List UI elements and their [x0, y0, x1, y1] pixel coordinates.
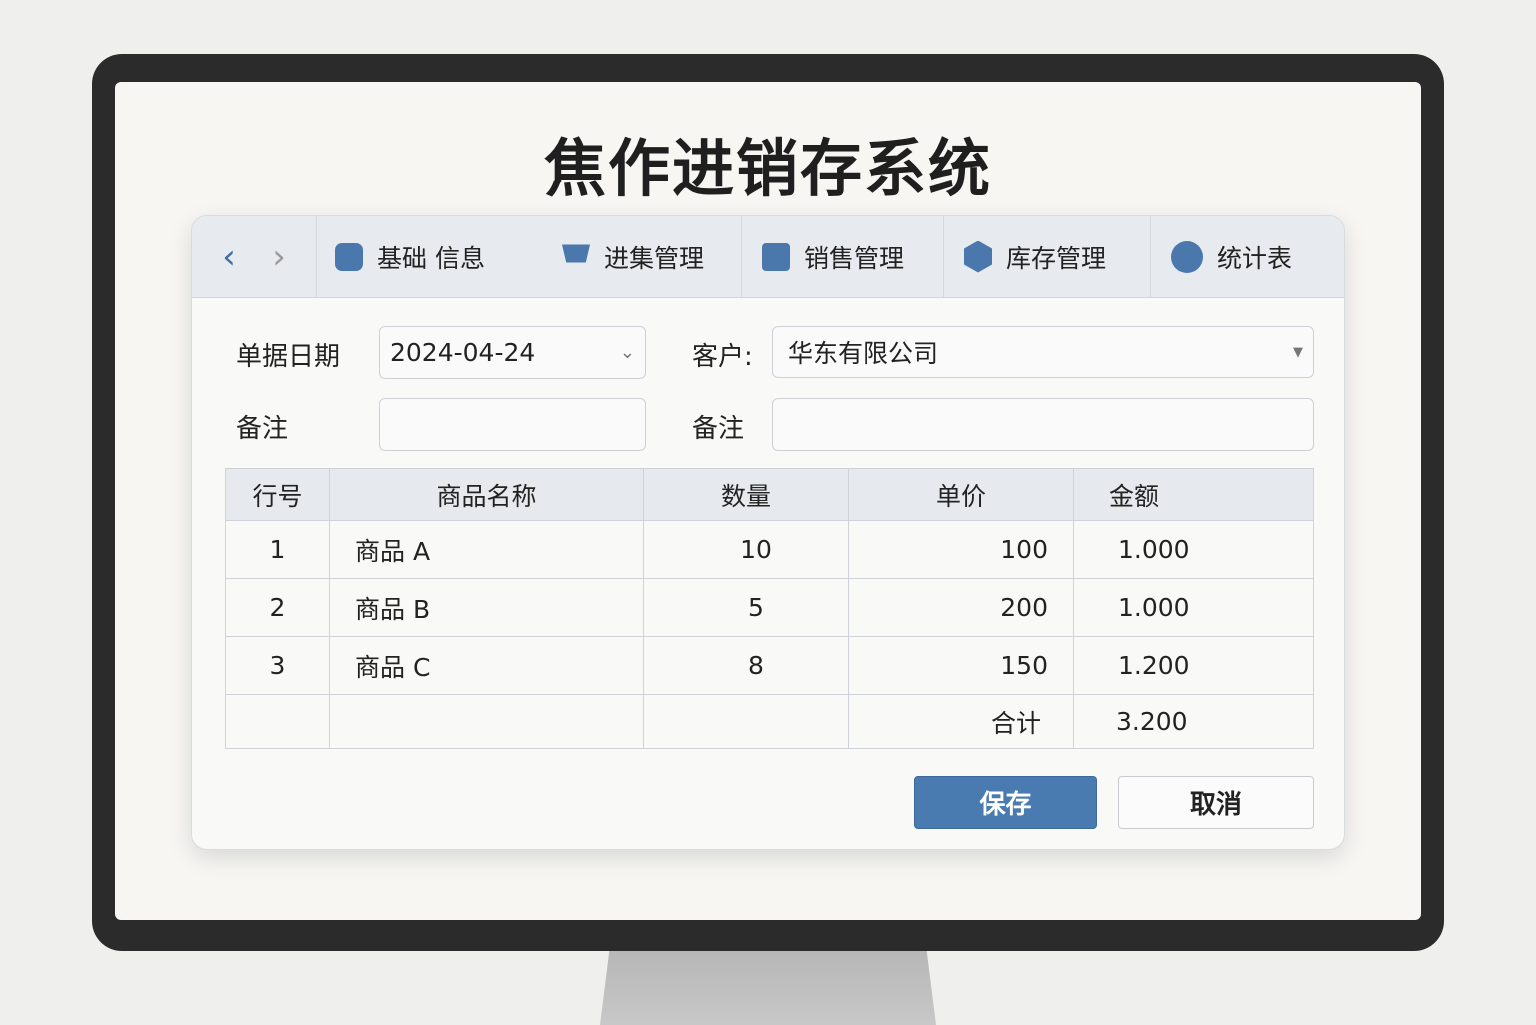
- customer-select[interactable]: 华东有限公司 ▼: [772, 326, 1314, 378]
- cell: 2: [225, 578, 330, 637]
- document-icon: [762, 242, 790, 271]
- tab-bar: ‹ › 基础 信息 进集管理 销售管理 库存管理 统计表: [192, 216, 1344, 298]
- date-value: 2024-04-24: [390, 338, 536, 367]
- save-button[interactable]: 保存: [914, 776, 1097, 829]
- date-picker[interactable]: 2024-04-24 ⌄: [379, 326, 646, 379]
- forward-arrow-icon[interactable]: ›: [272, 237, 286, 277]
- header-qty: 数量: [643, 468, 849, 521]
- nav-arrows: ‹ ›: [192, 216, 317, 297]
- tab-label: 基础 信息: [377, 243, 485, 273]
- table-row[interactable]: 1 商品 A 10 100 1.000: [225, 520, 1314, 579]
- note-input[interactable]: [379, 398, 646, 451]
- date-label: 单据日期: [236, 342, 341, 372]
- note-label: 备注: [236, 414, 289, 444]
- table-row[interactable]: 3 商品 C 8 150 1.200: [225, 636, 1314, 695]
- total-row: 合计 3.200: [225, 694, 1314, 749]
- box-icon: [964, 240, 992, 273]
- cell: 商品 A: [329, 520, 644, 579]
- tab-label: 库存管理: [1006, 243, 1107, 273]
- tab-purchase[interactable]: 进集管理: [542, 216, 742, 297]
- tab-label: 进集管理: [604, 243, 705, 273]
- cell: 1.200: [1073, 636, 1314, 695]
- total-value: 3.200: [1073, 694, 1314, 749]
- header-product: 商品名称: [329, 468, 644, 521]
- items-table: 行号 商品名称 数量 单价 金额 1 商品 A 10 100 1.000 2 商品 B52…: [225, 468, 1314, 749]
- tab-label: 销售管理: [804, 243, 905, 273]
- tab-statistics[interactable]: 统计表: [1151, 216, 1312, 297]
- tab-label: 统计表: [1217, 243, 1293, 273]
- cell: 1.000: [1073, 520, 1314, 579]
- table-header: 行号 商品名称 数量 单价 金额: [225, 468, 1314, 521]
- header-row-no: 行号: [225, 468, 330, 521]
- tab-base-info[interactable]: 基础 信息: [317, 216, 542, 297]
- cancel-button[interactable]: 取消: [1118, 776, 1314, 829]
- tab-inventory[interactable]: 库存管理: [944, 216, 1151, 297]
- cell: 3: [225, 636, 330, 695]
- note2-label: 备注: [692, 414, 745, 444]
- total-label: 合计: [848, 694, 1074, 749]
- note2-input[interactable]: [772, 398, 1314, 451]
- header-price: 单价: [848, 468, 1074, 521]
- caret-down-icon: ▼: [1293, 344, 1303, 360]
- cell: 5: [643, 578, 849, 637]
- page-title: 焦作进销存系统: [543, 132, 992, 205]
- cell: 10: [643, 520, 849, 579]
- cell: 8: [643, 636, 849, 695]
- back-arrow-icon[interactable]: ‹: [222, 237, 236, 277]
- table-row[interactable]: 2 商品 B 5 200 1.000: [225, 578, 1314, 637]
- pie-chart-icon: [1171, 240, 1203, 273]
- cart-icon: [562, 244, 590, 263]
- cell: 200: [848, 578, 1074, 637]
- cell: 商品 C: [329, 636, 644, 695]
- cell: 150: [848, 636, 1074, 695]
- cell: 1.000: [1073, 578, 1314, 637]
- cell: 商品 B: [329, 578, 644, 637]
- header-amount: 金额: [1073, 468, 1314, 521]
- base-info-icon: [335, 242, 363, 271]
- customer-label: 客户:: [692, 342, 753, 372]
- cell: 100: [848, 520, 1074, 579]
- chevron-down-icon: ⌄: [619, 342, 635, 363]
- customer-value: 华东有限公司: [788, 339, 939, 368]
- form-window: ‹ › 基础 信息 进集管理 销售管理 库存管理 统计表 单据日期 2024-0…: [191, 215, 1345, 850]
- monitor-stand: [600, 945, 936, 1025]
- tab-sales[interactable]: 销售管理: [742, 216, 944, 297]
- cell: 1: [225, 520, 330, 579]
